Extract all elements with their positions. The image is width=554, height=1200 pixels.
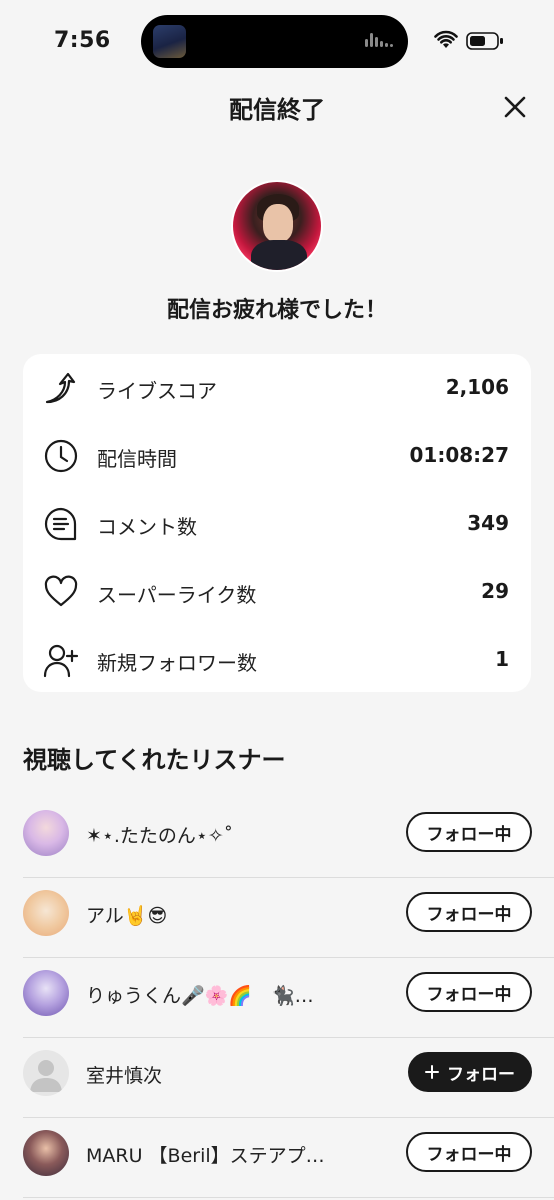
stat-row-live-score: ライブスコア 2,106 [23,358,531,418]
stat-label: 配信時間 [97,447,177,471]
follow-button-label: フォロー [447,1064,515,1085]
avatar[interactable] [23,890,69,936]
stat-label: ライブスコア [97,379,217,403]
list-item[interactable]: ✶⋆.たたのん⋆✧˚ フォロー中 [0,798,554,878]
stats-card: ライブスコア 2,106 配信時間 01:08:27 コメント数 349 スーパ… [23,354,531,692]
following-button[interactable]: フォロー中 [406,812,532,852]
stat-row-superlikes: スーパーライク数 29 [23,562,531,622]
default-avatar-icon [30,1060,62,1092]
avatar[interactable] [23,810,69,856]
stat-row-new-followers: 新規フォロワー数 1 [23,630,531,690]
follow-button[interactable]: フォロー [408,1052,532,1092]
list-item[interactable]: りゅうくん🎤🌸🌈 🐈‍⬛… フォロー中 [0,958,554,1038]
avatar[interactable] [23,1130,69,1176]
close-icon[interactable] [500,92,530,122]
add-user-icon [43,644,79,678]
stat-value: 2,106 [445,375,509,399]
status-time: 7:56 [54,28,111,53]
avatar[interactable] [23,1050,69,1096]
clock-icon [44,439,78,473]
stat-value: 1 [495,647,509,671]
comment-icon [44,507,77,541]
following-button[interactable]: フォロー中 [406,1132,532,1172]
avatar[interactable] [23,970,69,1016]
listeners-section-title: 視聴してくれたリスナー [23,746,286,774]
audio-wave-icon [365,33,395,50]
battery-icon [466,32,503,50]
wifi-icon [434,30,458,48]
listener-name: ✶⋆.たたのん⋆✧˚ [86,825,234,847]
listener-name: アル🤘😎 [86,905,168,927]
page-title: 配信終了 [229,96,325,124]
listener-name: MARU 【Beril】ステアプ… [86,1145,325,1167]
following-button[interactable]: フォロー中 [406,892,532,932]
listener-name: りゅうくん🎤🌸🌈 🐈‍⬛… [86,985,314,1007]
streamer-avatar [231,180,323,272]
dynamic-island[interactable] [141,15,408,68]
status-bar: 7:56 [0,0,554,84]
stat-value: 29 [481,579,509,603]
list-item[interactable]: 室井慎次 フォロー [0,1038,554,1118]
plus-icon [425,1065,439,1079]
following-button[interactable]: フォロー中 [406,972,532,1012]
live-score-icon [45,372,76,404]
congrats-message: 配信お疲れ様でした！ [166,298,387,323]
divider [23,1197,554,1198]
stat-row-duration: 配信時間 01:08:27 [23,426,531,486]
stat-label: スーパーライク数 [97,583,257,607]
listener-name: 室井慎次 [86,1065,163,1087]
stat-label: コメント数 [97,515,197,539]
stat-value: 01:08:27 [409,443,510,467]
now-playing-thumbnail [153,25,186,58]
list-item[interactable]: MARU 【Beril】ステアプ… フォロー中 [0,1118,554,1198]
stat-label: 新規フォロワー数 [97,651,257,675]
heart-icon [44,575,78,607]
list-item[interactable]: アル🤘😎 フォロー中 [0,878,554,958]
stat-row-comments: コメント数 349 [23,494,531,554]
stat-value: 349 [467,511,509,535]
